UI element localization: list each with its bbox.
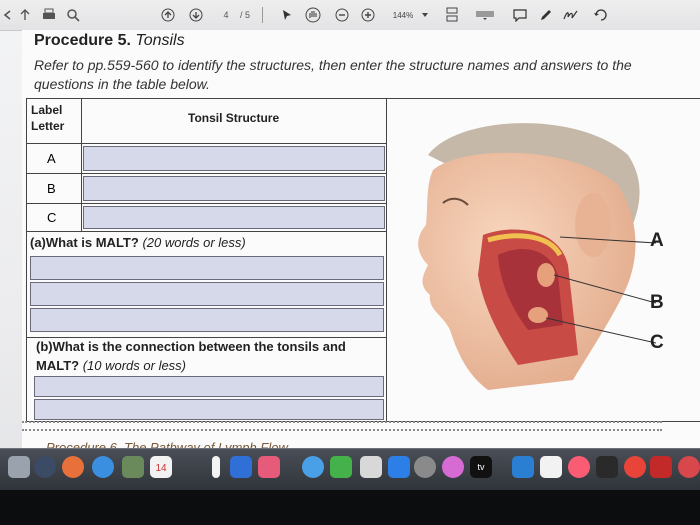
zoom-in-icon[interactable] — [360, 6, 376, 24]
question-a: (a)What is MALT? (20 words or less) — [30, 235, 246, 250]
files-icon[interactable] — [230, 456, 252, 478]
notes-icon[interactable] — [212, 456, 220, 478]
zoom-app-icon[interactable] — [512, 456, 534, 478]
zoom-out-icon[interactable] — [334, 6, 350, 24]
settings-icon[interactable] — [414, 456, 436, 478]
row-label-cell: A — [26, 143, 82, 174]
finder-icon[interactable] — [8, 456, 30, 478]
reminders-icon[interactable] — [258, 456, 280, 478]
question-a-text: (a)What is MALT? — [30, 235, 139, 250]
hand-tool-icon[interactable] — [304, 6, 322, 24]
col-header-structure: Tonsil Structure — [188, 111, 280, 125]
activity-monitor-icon[interactable] — [540, 456, 562, 478]
prev-page-icon[interactable] — [160, 6, 176, 24]
tonsil-anatomy-illustration — [418, 123, 657, 390]
pen-icon[interactable] — [538, 6, 554, 24]
question-b-note: (10 words or less) — [82, 358, 187, 373]
page-number[interactable]: 4 — [220, 6, 232, 24]
answer-field-connection-2[interactable] — [34, 399, 384, 420]
col-header-label: Label Letter — [31, 103, 65, 133]
answer-field-b[interactable] — [83, 176, 385, 201]
zoom-dropdown-icon[interactable] — [420, 6, 430, 24]
header-cell-label: Label Letter — [26, 98, 82, 144]
row-label: A — [47, 151, 56, 166]
podcasts-icon[interactable] — [442, 456, 464, 478]
chrome-icon[interactable] — [624, 456, 646, 478]
row-label: B — [47, 181, 56, 196]
divider — [262, 7, 263, 23]
title-procedure: Procedure 5. — [34, 32, 131, 49]
answer-field-malt-2[interactable] — [30, 282, 384, 306]
answer-field-c[interactable] — [83, 206, 385, 229]
calendar-icon[interactable]: 14 — [150, 456, 172, 478]
page-title: Procedure 5. Tonsils — [34, 32, 185, 50]
page-total: / 5 — [239, 10, 250, 20]
header-cell-structure: Tonsil Structure — [81, 98, 387, 144]
title-topic: Tonsils — [130, 32, 185, 49]
acrobat-icon[interactable] — [650, 456, 672, 478]
row-label: C — [47, 210, 57, 225]
section-separator — [22, 421, 662, 431]
firefox-icon[interactable] — [62, 456, 84, 478]
photos-icon[interactable] — [122, 456, 144, 478]
back-icon[interactable] — [0, 6, 14, 24]
label-c: C — [650, 332, 664, 353]
page-layout-icon[interactable] — [444, 6, 460, 24]
next-page-icon[interactable] — [188, 6, 204, 24]
desk-surface — [0, 490, 700, 525]
answer-field-malt-3[interactable] — [30, 308, 384, 332]
question-a-note: (20 words or less) — [142, 235, 246, 250]
appstore-icon[interactable] — [388, 456, 410, 478]
print-icon[interactable] — [40, 6, 58, 24]
label-b: B — [650, 292, 664, 313]
share-icon[interactable] — [16, 6, 34, 24]
scroll-mode-icon[interactable] — [474, 6, 496, 24]
answer-field-connection-1[interactable] — [34, 376, 384, 397]
row-label-cell: B — [26, 173, 82, 204]
comment-icon[interactable] — [512, 6, 528, 24]
music-icon[interactable] — [568, 456, 590, 478]
messages-icon[interactable] — [302, 456, 324, 478]
screen-recorder-icon[interactable] — [596, 456, 618, 478]
launchpad-icon[interactable] — [34, 456, 56, 478]
rotate-icon[interactable] — [592, 6, 610, 24]
answer-field-malt-1[interactable] — [30, 256, 384, 280]
appletv-icon[interactable]: tv — [470, 456, 492, 478]
signature-icon[interactable] — [562, 6, 580, 24]
search-icon[interactable] — [64, 6, 82, 24]
question-b: (b)What is the connection between the to… — [36, 337, 376, 375]
textedit-icon[interactable] — [360, 456, 382, 478]
facetime-icon[interactable] — [330, 456, 352, 478]
row-label-cell: C — [26, 203, 82, 232]
answer-field-a[interactable] — [83, 146, 385, 171]
zoom-level[interactable]: 144% — [392, 6, 414, 24]
instructions: Refer to pp.559-560 to identify the stru… — [34, 57, 632, 92]
select-arrow-icon[interactable] — [280, 6, 294, 24]
label-a: A — [650, 230, 664, 251]
safari-icon[interactable] — [92, 456, 114, 478]
dock-app-icon[interactable] — [678, 456, 700, 478]
